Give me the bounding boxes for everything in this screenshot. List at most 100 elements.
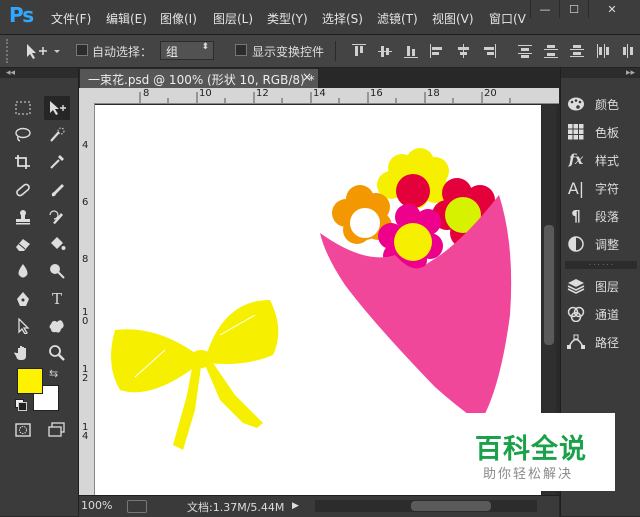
panel-color[interactable]: 颜色 <box>567 93 639 115</box>
horizontal-scroll-thumb[interactable] <box>411 501 491 511</box>
dock-collapse-bar[interactable]: ▸▸ <box>561 68 640 78</box>
panel-character[interactable]: A| 字符 <box>567 177 639 199</box>
align-bottom-icon[interactable] <box>404 44 418 58</box>
align-vcenter-icon[interactable] <box>378 44 392 58</box>
move-tool-preset-icon[interactable] <box>24 42 64 60</box>
move-tool[interactable] <box>44 96 70 120</box>
screen-mode-button[interactable] <box>44 418 70 442</box>
type-tool[interactable]: T <box>44 287 70 311</box>
swap-colors-icon[interactable]: ⇆ <box>49 367 58 380</box>
align-top-icon[interactable] <box>352 44 366 58</box>
options-grip <box>6 39 12 63</box>
paint-bucket-tool[interactable] <box>44 232 70 256</box>
align-hcenter-icon[interactable] <box>456 44 470 58</box>
zoom-level[interactable]: 100% <box>81 499 112 512</box>
clone-stamp-tool[interactable] <box>10 205 36 229</box>
paths-icon <box>567 333 585 351</box>
horizontal-scrollbar[interactable] <box>315 500 537 512</box>
document-tab[interactable]: 一束花.psd @ 100% (形状 10, RGB/8) * × <box>80 69 318 88</box>
panel-styles[interactable]: fx 样式 <box>567 149 639 171</box>
document-info: 文档:1.37M/5.44M <box>187 501 285 514</box>
close-window-button[interactable]: ✕ <box>588 0 635 18</box>
hand-tool[interactable] <box>10 341 36 365</box>
align-left-icon[interactable] <box>430 44 444 58</box>
distribute-top-icon[interactable] <box>518 44 532 58</box>
lasso-tool[interactable] <box>10 123 36 147</box>
character-icon: A| <box>567 178 585 198</box>
history-brush-tool[interactable] <box>44 205 70 229</box>
magnifier-icon <box>49 345 65 361</box>
path-selection-tool[interactable] <box>10 314 36 338</box>
menu-view[interactable]: 视图(V) <box>432 10 474 27</box>
crop-tool[interactable] <box>10 150 36 174</box>
menu-type[interactable]: 类型(Y) <box>267 10 308 27</box>
blur-tool[interactable] <box>10 259 36 283</box>
custom-shape-tool[interactable] <box>44 314 70 338</box>
brush-tool[interactable] <box>44 178 70 202</box>
marquee-icon <box>15 101 31 115</box>
dodge-icon <box>50 264 65 279</box>
distribute-vcenter-icon[interactable] <box>544 44 558 58</box>
ruler-v-tick: 1 0 <box>82 307 89 327</box>
panel-paths[interactable]: 路径 <box>567 331 639 353</box>
panel-swatches[interactable]: 色板 <box>567 121 639 143</box>
minimize-button[interactable]: — <box>530 0 559 18</box>
auto-select-value: 组 <box>166 45 179 59</box>
eraser-icon <box>16 239 30 251</box>
menu-file[interactable]: 文件(F) <box>51 10 91 27</box>
close-icon: ✕ <box>607 2 617 16</box>
panel-styles-label: 样式 <box>595 153 620 168</box>
hand-icon <box>14 346 26 360</box>
maximize-button[interactable]: ☐ <box>559 0 588 18</box>
quick-mask-icon <box>15 423 31 437</box>
show-transform-checkbox[interactable] <box>235 44 247 56</box>
history-brush-icon <box>49 210 63 224</box>
distribute-bottom-icon[interactable] <box>570 44 584 58</box>
distribute-hcenter-icon[interactable] <box>622 44 636 58</box>
quick-mask-button[interactable] <box>10 418 36 442</box>
panel-layers[interactable]: 图层 <box>567 275 639 297</box>
foreground-color-swatch[interactable] <box>17 368 43 394</box>
menu-window[interactable]: 窗口(V <box>489 10 526 27</box>
panel-paragraph[interactable]: ¶ 段落 <box>567 205 639 227</box>
pen-tool[interactable] <box>10 287 36 311</box>
distribute-left-icon[interactable] <box>596 44 610 58</box>
panel-adjustments[interactable]: 调整 <box>567 233 639 255</box>
panel-channels[interactable]: 通道 <box>567 303 639 325</box>
auto-select-dropdown[interactable]: 组 ⬍ <box>160 41 214 60</box>
auto-select-checkbox[interactable] <box>76 44 88 56</box>
menu-edit[interactable]: 编辑(E) <box>106 10 147 27</box>
crop-icon <box>15 155 30 169</box>
panel-channels-label: 通道 <box>595 307 620 322</box>
ruler-v-tick: 6 <box>82 197 89 208</box>
tools-collapse-bar[interactable]: ◂◂ <box>0 68 78 78</box>
dropdown-arrow-icon: ⬍ <box>201 42 209 52</box>
menu-filter[interactable]: 滤镜(T) <box>377 10 418 27</box>
move-icon <box>50 101 66 115</box>
menu-select[interactable]: 选择(S) <box>322 10 363 27</box>
align-right-icon[interactable] <box>482 44 496 58</box>
bandage-icon <box>16 183 30 197</box>
vertical-ruler: 4 6 8 1 0 1 2 1 4 <box>79 103 95 495</box>
eyedropper-tool[interactable] <box>44 150 70 174</box>
dodge-tool[interactable] <box>44 259 70 283</box>
healing-brush-tool[interactable] <box>10 178 36 202</box>
menu-image[interactable]: 图像(I) <box>160 10 197 27</box>
styles-icon: fx <box>568 152 584 168</box>
marquee-tool[interactable] <box>10 96 36 120</box>
screen-mode-icon <box>48 422 65 437</box>
panel-color-label: 颜色 <box>595 97 620 112</box>
tools-panel: ◂◂ T ⇆ <box>0 68 79 516</box>
status-menu-arrow-icon[interactable]: ▶ <box>292 501 299 511</box>
zoom-tool[interactable] <box>44 341 70 365</box>
document-tab-title: 一束花.psd @ 100% (形状 10, RGB/8) * <box>88 73 315 87</box>
status-preview-icon[interactable] <box>127 500 147 513</box>
menu-layer[interactable]: 图层(L) <box>213 10 253 27</box>
horizontal-ruler: 8 10 12 14 16 18 20 <box>79 88 559 104</box>
close-tab-icon[interactable]: × <box>302 70 312 84</box>
path-arrow-icon <box>18 318 30 334</box>
scroll-thumb[interactable] <box>544 225 554 345</box>
paragraph-icon: ¶ <box>571 207 581 225</box>
eraser-tool[interactable] <box>10 232 36 256</box>
quick-selection-tool[interactable] <box>44 123 70 147</box>
